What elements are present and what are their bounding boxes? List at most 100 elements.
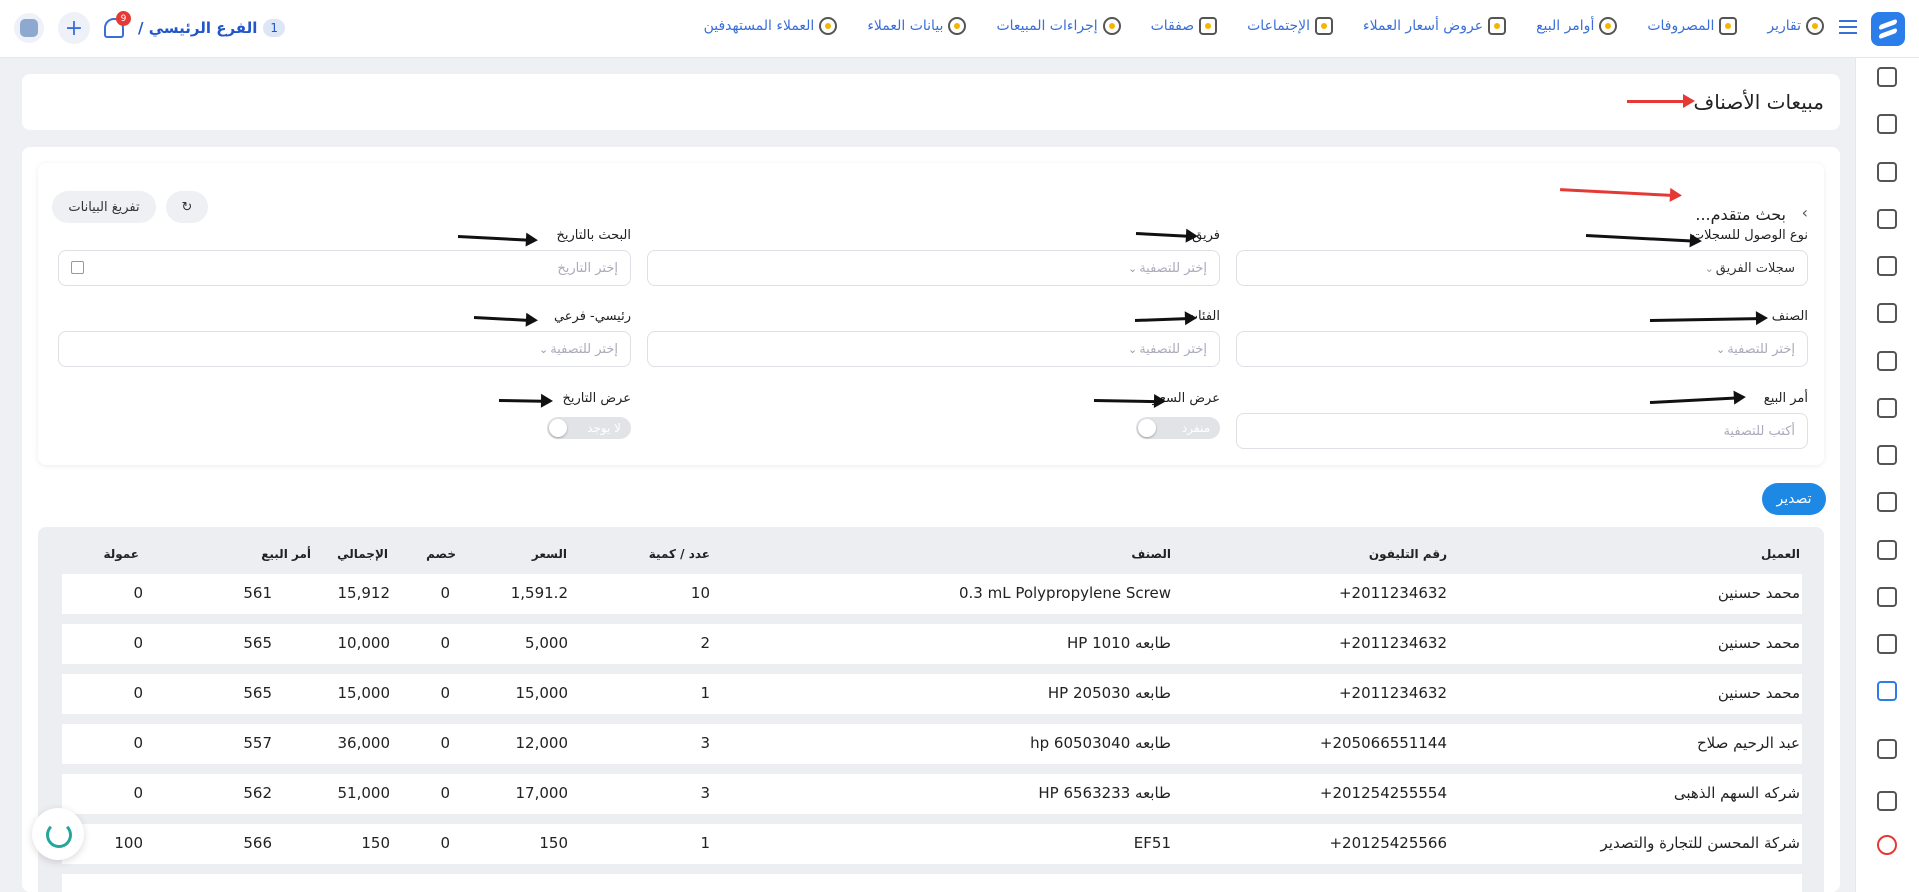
cell-qty: 3	[700, 784, 710, 802]
settings-icon[interactable]	[1877, 739, 1897, 759]
cell-qty: 1	[700, 684, 710, 702]
sidebar-warning-icon[interactable]	[1877, 209, 1897, 229]
main-sub-select[interactable]: إختر للتصفية ⌄	[58, 331, 631, 367]
date-search-input[interactable]: إختر التاريخ	[58, 250, 631, 286]
nav-label: بيانات العملاء	[867, 18, 944, 34]
top-actions: + 9 1 الفرع الرئيسي /	[14, 11, 286, 44]
cell-commission: 0	[133, 684, 143, 702]
notification-bell-icon[interactable]: 9	[104, 11, 131, 38]
col-customer[interactable]: العميل	[1761, 547, 1800, 561]
access-type-select[interactable]: سجلات الفريق ⌄	[1236, 250, 1808, 286]
chevron-left-icon[interactable]: ‹	[1802, 203, 1808, 222]
nav-expenses[interactable]: المصروفات	[1647, 17, 1738, 35]
nav-label: إجراءات المبيعات	[996, 18, 1098, 34]
cell-order: 557	[243, 734, 272, 752]
app-logo-icon[interactable]	[1871, 12, 1905, 46]
branch-count: 1	[263, 19, 286, 37]
clear-data-button[interactable]: تفريغ البيانات	[52, 191, 156, 223]
nav-customer-data[interactable]: بيانات العملاء	[867, 17, 967, 35]
refresh-button[interactable]: ↻	[166, 191, 208, 223]
refresh-icon: ↻	[181, 199, 193, 215]
date-view-toggle[interactable]: لا يوجد	[547, 417, 631, 439]
table-row[interactable]: محمد حسنين +2011234632 0.3 mL Polypropyl…	[62, 574, 1802, 614]
company-logo-icon[interactable]	[14, 13, 44, 43]
annotation-arrow	[473, 316, 529, 322]
branch-name: الفرع الرئيسي /	[138, 19, 258, 37]
table-row[interactable]: شركه السهم الذهبى +201254255554 طابعه HP…	[62, 774, 1802, 814]
team-select[interactable]: إختر للتصفية ⌄	[647, 250, 1220, 286]
cell-phone: +205066551144	[1319, 734, 1447, 752]
col-order[interactable]: أمر البيع	[261, 547, 311, 561]
sidebar-medical-icon[interactable]	[1877, 587, 1897, 607]
cell-total: 51,000	[337, 784, 391, 802]
export-button[interactable]: تصدير	[1762, 483, 1826, 515]
sidebar-boxes-icon[interactable]	[1877, 492, 1897, 512]
cell-phone: +2011234632	[1338, 634, 1447, 652]
nav-quotes[interactable]: عروض أسعار العملاء	[1363, 17, 1507, 35]
col-commission[interactable]: عمولة	[103, 547, 139, 561]
sidebar-invoice-icon[interactable]	[1877, 351, 1897, 371]
sidebar-box-icon[interactable]	[1877, 67, 1897, 87]
menu-icon[interactable]	[1839, 20, 1857, 34]
sales-order-input[interactable]: أكتب للتصفية	[1236, 413, 1808, 449]
cell-customer: عبد الرحيم صلاح	[1696, 734, 1800, 752]
nav-reports[interactable]: تقارير	[1767, 17, 1824, 35]
main-nav: العملاء المستهدفين بيانات العملاء إجراءا…	[704, 17, 1824, 35]
sidebar-money-icon[interactable]	[1877, 162, 1897, 182]
col-item[interactable]: الصنف	[1131, 547, 1171, 561]
advanced-search-panel: ‹ بحث متقدم... تفريغ البيانات ↻ نوع الوص…	[38, 163, 1824, 465]
logout-icon[interactable]	[1877, 835, 1897, 855]
expenses-icon	[1719, 17, 1738, 35]
col-phone[interactable]: رقم التليفون	[1369, 547, 1447, 561]
nav-sales-actions[interactable]: إجراءات المبيعات	[996, 17, 1121, 35]
sidebar-pen-icon[interactable]	[1877, 398, 1897, 418]
cell-order: 562	[243, 784, 272, 802]
cell-customer: محمد حسنين	[1717, 634, 1800, 652]
nav-sales-orders[interactable]: أوامر البيع	[1536, 17, 1618, 35]
nav-deals[interactable]: صفقات	[1151, 17, 1218, 35]
sales-actions-icon	[1102, 17, 1121, 35]
categories-select[interactable]: إختر للتصفية ⌄	[647, 331, 1220, 367]
table-row[interactable]	[62, 874, 1802, 892]
sidebar-video-icon[interactable]	[1877, 256, 1897, 276]
branch-selector[interactable]: 1 الفرع الرئيسي /	[138, 19, 286, 37]
cell-total: 150	[361, 834, 390, 852]
col-total[interactable]: الإجمالي	[337, 547, 388, 561]
team-placeholder: إختر للتصفية	[1139, 260, 1207, 276]
table-row[interactable]: عبد الرحيم صلاح +205066551144 طابعه hp 6…	[62, 724, 1802, 764]
table-row[interactable]: محمد حسنين +2011234632 طابعه HP 1010 2 5…	[62, 624, 1802, 664]
col-qty[interactable]: عدد / كمية	[649, 547, 710, 561]
nav-label: المصروفات	[1647, 18, 1715, 34]
sidebar-user-icon[interactable]	[1877, 540, 1897, 560]
table-row[interactable]: محمد حسنين +2011234632 طابعه HP 205030 1…	[62, 674, 1802, 714]
advanced-search-title[interactable]: بحث متقدم...	[1695, 205, 1786, 224]
chevron-down-icon: ⌄	[538, 342, 549, 356]
item-select[interactable]: إختر للتصفية ⌄	[1236, 331, 1808, 367]
col-price[interactable]: السعر	[532, 547, 567, 561]
sidebar-window-icon[interactable]	[1877, 791, 1897, 811]
main-card: ‹ بحث متقدم... تفريغ البيانات ↻ نوع الوص…	[22, 147, 1840, 892]
nav-target-customers[interactable]: العملاء المستهدفين	[704, 17, 838, 35]
sidebar-team-icon[interactable]	[1877, 114, 1897, 134]
col-discount[interactable]: خصم	[426, 547, 456, 561]
nav-label: عروض أسعار العملاء	[1363, 18, 1484, 34]
sidebar-mountain-icon[interactable]	[1877, 303, 1897, 323]
cell-item: طابعه hp 60503040	[1030, 734, 1171, 752]
chevron-down-icon: ⌄	[1715, 342, 1726, 356]
cell-total: 10,000	[337, 634, 391, 652]
nav-label: أوامر البيع	[1536, 18, 1595, 34]
sidebar-truck-icon[interactable]	[1877, 445, 1897, 465]
nav-meetings[interactable]: الإجتماعات	[1247, 17, 1334, 35]
annotation-arrow	[1135, 232, 1189, 238]
cell-price: 17,000	[515, 784, 569, 802]
add-button[interactable]: +	[58, 12, 90, 44]
sidebar-file-icon[interactable]	[1877, 634, 1897, 654]
date-view-label: عرض التاريخ	[562, 391, 631, 406]
cell-discount: 0	[440, 634, 450, 652]
date-view-toggle-text: لا يوجد	[587, 421, 621, 435]
sidebar-reports-icon[interactable]	[1877, 681, 1897, 701]
price-view-toggle[interactable]: منفرد	[1136, 417, 1220, 439]
sales-orders-icon	[1599, 17, 1618, 35]
sales-order-label: أمر البيع	[1763, 391, 1808, 406]
table-row[interactable]: شركة المحسن للتجارة والتصدير +2012542556…	[62, 824, 1802, 864]
